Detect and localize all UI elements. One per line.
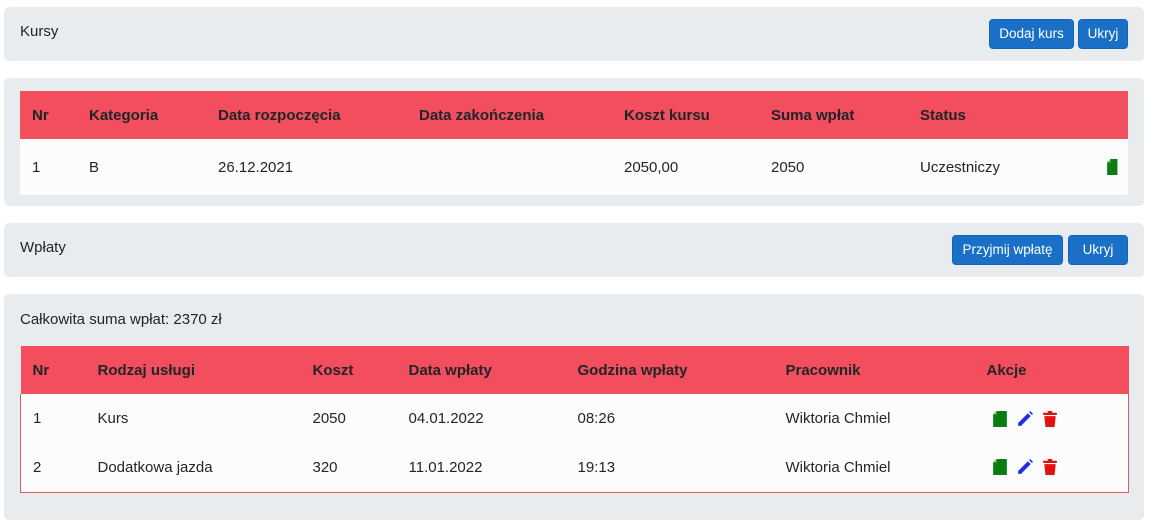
row-end-date: [407, 139, 612, 195]
trash-icon[interactable]: [1042, 459, 1057, 476]
table-row: 2 Dodatkowa jazda 320 11.01.2022 19:13 W…: [20, 443, 1129, 493]
col-nr: Nr: [32, 106, 49, 124]
courses-header-panel: Kursy Dodaj kurs Ukryj: [4, 7, 1144, 61]
row-category: B: [77, 139, 206, 195]
col-actions: [1055, 91, 1128, 139]
row-cost: 320: [300, 443, 397, 493]
row-actions: [974, 443, 1129, 493]
row-start-date: 26.12.2021: [206, 139, 407, 195]
row-employee: Wiktoria Chmiel: [773, 394, 975, 443]
col-payment-date: Data wpłaty: [408, 361, 492, 379]
row-actions: [1055, 139, 1128, 195]
row-course-cost: 2050,00: [612, 139, 759, 195]
table-row: 1 B 26.12.2021 2050,00 2050 Uczestniczy: [20, 139, 1128, 195]
document-icon[interactable]: [992, 410, 1007, 427]
accept-payment-button[interactable]: Przyjmij wpłatę: [952, 235, 1063, 265]
col-cost: Koszt: [312, 361, 354, 379]
row-payment-time: 08:26: [565, 394, 774, 443]
trash-icon[interactable]: [1042, 410, 1057, 427]
hide-payments-button[interactable]: Ukryj: [1068, 235, 1128, 265]
add-course-button[interactable]: Dodaj kurs: [989, 19, 1074, 49]
row-payment-date: 11.01.2022: [396, 443, 566, 493]
row-employee: Wiktoria Chmiel: [773, 443, 975, 493]
payments-table-header: Nr Rodzaj usługi Koszt Data wpłaty Godzi…: [20, 346, 1129, 394]
courses-title: Kursy: [20, 23, 59, 40]
document-icon[interactable]: [1107, 159, 1121, 175]
payments-table-panel: Całkowita suma wpłat: 2370 zł Nr Rodzaj …: [4, 294, 1144, 520]
pencil-icon[interactable]: [1017, 459, 1033, 475]
row-payment-date: 04.01.2022: [396, 394, 566, 443]
row-nr: 1: [20, 394, 86, 443]
col-status: Status: [920, 106, 966, 124]
row-service-type: Dodatkowa jazda: [85, 443, 301, 493]
row-actions: [974, 394, 1129, 443]
payments-total: Całkowita suma wpłat: 2370 zł: [20, 311, 222, 328]
payments-table: Nr Rodzaj usługi Koszt Data wpłaty Godzi…: [20, 346, 1129, 493]
col-start-date: Data rozpoczęcia: [218, 106, 341, 124]
row-nr: 1: [20, 139, 77, 195]
col-actions: Akcje: [986, 361, 1027, 379]
col-nr: Nr: [32, 361, 50, 379]
table-row: 1 Kurs 2050 04.01.2022 08:26 Wiktoria Ch…: [20, 394, 1129, 443]
courses-table-panel: Nr Kategoria Data rozpoczęcia Data zakoń…: [4, 78, 1144, 206]
col-course-cost: Koszt kursu: [624, 106, 710, 124]
courses-table: Nr Kategoria Data rozpoczęcia Data zakoń…: [20, 91, 1128, 195]
courses-table-header: Nr Kategoria Data rozpoczęcia Data zakoń…: [20, 91, 1128, 139]
col-service-type: Rodzaj usługi: [97, 361, 196, 379]
col-end-date: Data zakończenia: [419, 106, 545, 124]
row-status: Uczestniczy: [908, 139, 1055, 195]
document-icon[interactable]: [992, 459, 1007, 476]
row-cost: 2050: [300, 394, 397, 443]
row-paid-sum: 2050: [759, 139, 908, 195]
hide-courses-button[interactable]: Ukryj: [1078, 19, 1128, 49]
row-service-type: Kurs: [85, 394, 301, 443]
pencil-icon[interactable]: [1017, 410, 1033, 427]
row-nr: 2: [20, 443, 86, 493]
payments-header-panel: Wpłaty Przyjmij wpłatę Ukryj: [4, 223, 1144, 277]
col-paid-sum: Suma wpłat: [771, 106, 855, 124]
col-payment-time: Godzina wpłaty: [577, 361, 688, 379]
col-employee: Pracownik: [785, 361, 861, 379]
col-category: Kategoria: [89, 106, 159, 124]
row-payment-time: 19:13: [565, 443, 774, 493]
payments-title: Wpłaty: [20, 239, 66, 256]
